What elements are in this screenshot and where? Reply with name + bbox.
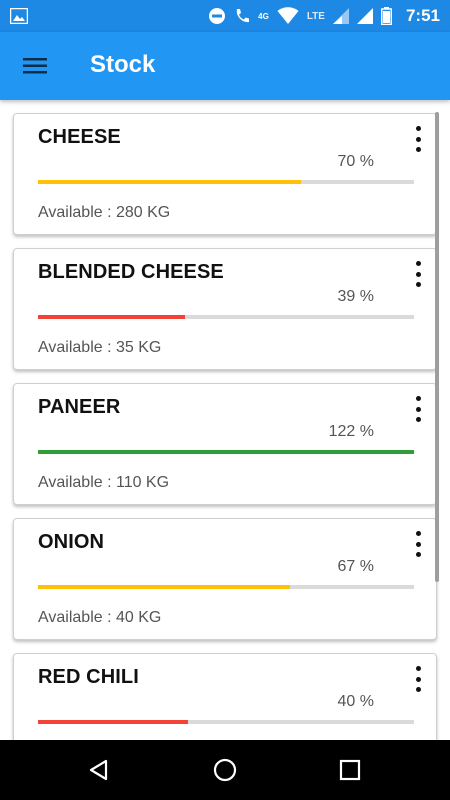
image-icon — [10, 8, 28, 24]
back-icon[interactable] — [87, 758, 111, 782]
lte-label: LTE — [306, 10, 325, 22]
stock-available: Available : 280 KG — [38, 204, 171, 221]
app-bar: Stock — [0, 32, 450, 100]
page-title: Stock — [90, 51, 156, 78]
stock-item-name: PANEER — [38, 396, 121, 418]
call-icon — [236, 9, 250, 23]
stock-card[interactable]: PANEER 122 % Available : 110 KG — [13, 383, 437, 505]
stock-available: Available : 35 KG — [38, 339, 162, 356]
stock-item-name: BLENDED CHEESE — [38, 261, 224, 283]
status-time: 7:51 — [405, 6, 440, 25]
stock-progress-bar — [38, 720, 414, 724]
more-options-icon[interactable] — [410, 261, 426, 287]
recents-icon[interactable] — [338, 758, 362, 782]
stock-progress-fill — [38, 180, 302, 184]
stock-percent: 122 % — [328, 423, 374, 440]
stock-available: Available : 110 KG — [38, 474, 170, 491]
more-options-icon[interactable] — [410, 531, 426, 557]
stock-card[interactable]: BLENDED CHEESE 39 % Available : 35 KG — [13, 248, 437, 370]
stock-card[interactable]: ONION 67 % Available : 40 KG — [13, 518, 437, 640]
stock-progress-bar — [38, 180, 414, 184]
more-options-icon[interactable] — [410, 666, 426, 692]
signal-icon — [332, 8, 349, 24]
stock-progress-fill — [38, 720, 189, 724]
more-options-icon[interactable] — [410, 126, 426, 152]
stock-percent: 40 % — [337, 693, 374, 710]
home-icon[interactable] — [213, 758, 237, 782]
stock-progress-fill — [38, 315, 185, 319]
do-not-disturb-icon — [209, 8, 226, 24]
stock-progress-bar — [38, 585, 414, 589]
stock-progress-bar — [38, 315, 414, 319]
stock-item-name: ONION — [38, 531, 105, 553]
stock-progress-bar — [38, 450, 414, 454]
stock-item-name: CHEESE — [38, 126, 121, 148]
stock-percent: 70 % — [337, 153, 374, 170]
network-type-label: 4G — [258, 11, 269, 21]
stock-percent: 39 % — [337, 288, 374, 305]
stock-progress-fill — [38, 450, 414, 454]
navigation-bar — [0, 740, 450, 800]
stock-card[interactable]: RED CHILI 40 % — [13, 653, 437, 740]
status-bar: 4G LTE 7:51 — [0, 0, 450, 32]
stock-progress-fill — [38, 585, 290, 589]
wifi-icon — [277, 7, 299, 24]
stock-card[interactable]: CHEESE 70 % Available : 280 KG — [13, 113, 437, 235]
signal-icon — [356, 8, 373, 24]
stock-item-name: RED CHILI — [38, 666, 139, 688]
more-options-icon[interactable] — [410, 396, 426, 422]
scrollbar[interactable] — [435, 112, 439, 582]
stock-available: Available : 40 KG — [38, 609, 162, 626]
stock-list[interactable]: CHEESE 70 % Available : 280 KG BLENDED C… — [0, 100, 450, 740]
battery-icon — [380, 7, 392, 25]
stock-percent: 67 % — [337, 558, 374, 575]
hamburger-menu-icon[interactable] — [20, 53, 50, 79]
